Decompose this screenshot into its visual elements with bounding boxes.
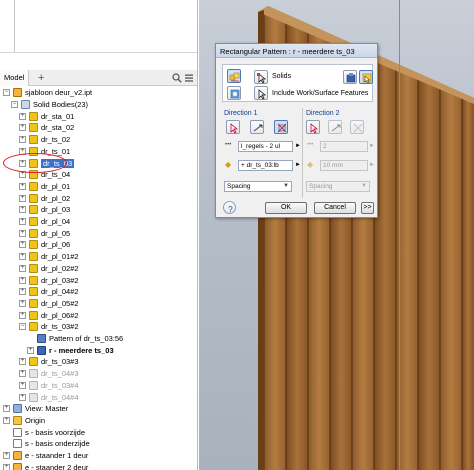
help-icon[interactable]: ? — [223, 201, 236, 214]
include-features-select-button[interactable] — [254, 86, 268, 100]
pattern-solid-button[interactable] — [359, 70, 373, 84]
dialog-title: Rectangular Pattern : r - meerdere ts_03 — [216, 44, 377, 58]
direction2-spacing-field[interactable]: 10 mm — [320, 160, 368, 171]
direction1-spacing-field[interactable]: + dr_ts_03:lb — [238, 160, 293, 171]
count-icon: ••• — [307, 142, 314, 148]
direction2-midplane-button[interactable] — [350, 120, 364, 134]
direction1-method-value: Spacing — [227, 183, 251, 190]
svg-text:?: ? — [228, 205, 233, 214]
direction2-count-arrow-icon[interactable]: ► — [369, 143, 375, 149]
door-plank — [440, 87, 462, 470]
y-axis-line — [399, 0, 400, 470]
direction2-spacing-arrow-icon[interactable]: ► — [369, 162, 375, 168]
more-options-button[interactable]: >> — [361, 202, 374, 214]
direction2-method-value: Spacing — [309, 183, 333, 190]
cancel-button[interactable]: Cancel — [314, 202, 356, 214]
include-features-label: Include Work/Surface Features — [272, 90, 369, 97]
spacing-icon: ◆ — [307, 160, 314, 169]
door-plank — [462, 97, 474, 470]
direction1-midplane-button[interactable] — [274, 120, 288, 134]
door-plank — [418, 77, 440, 470]
direction1-path-button[interactable] — [226, 120, 240, 134]
direction2-flip-button[interactable] — [328, 120, 342, 134]
direction1-count-field[interactable]: l_regels - 2 ul — [238, 141, 293, 152]
spacing-icon: ◆ — [225, 160, 232, 169]
ok-button[interactable]: OK — [265, 202, 307, 214]
direction1-flip-button[interactable] — [250, 120, 264, 134]
pattern-features-button[interactable] — [227, 69, 241, 83]
solids-label: Solids — [272, 73, 292, 80]
direction2-title: Direction 2 — [306, 110, 340, 117]
rectangular-pattern-dialog: Rectangular Pattern : r - meerdere ts_03… — [215, 43, 378, 218]
direction1-title: Direction 1 — [224, 110, 258, 117]
direction1-spacing-arrow-icon[interactable]: ► — [295, 162, 301, 168]
count-icon: ••• — [225, 142, 232, 148]
chevron-down-icon: ▼ — [283, 183, 289, 189]
solids-select-button[interactable] — [254, 70, 268, 84]
direction2-count-field[interactable]: 2 — [320, 141, 368, 152]
direction2-method-dropdown[interactable]: Spacing ▼ — [306, 181, 370, 192]
direction-separator — [302, 108, 303, 198]
chevron-down-icon: ▼ — [361, 183, 367, 189]
direction1-count-arrow-icon[interactable]: ► — [295, 143, 301, 149]
pattern-bodies-button[interactable] — [343, 70, 357, 84]
direction2-path-button[interactable] — [306, 120, 320, 134]
pattern-entire-solid-button[interactable] — [227, 86, 241, 100]
direction1-method-dropdown[interactable]: Spacing ▼ — [224, 181, 292, 192]
